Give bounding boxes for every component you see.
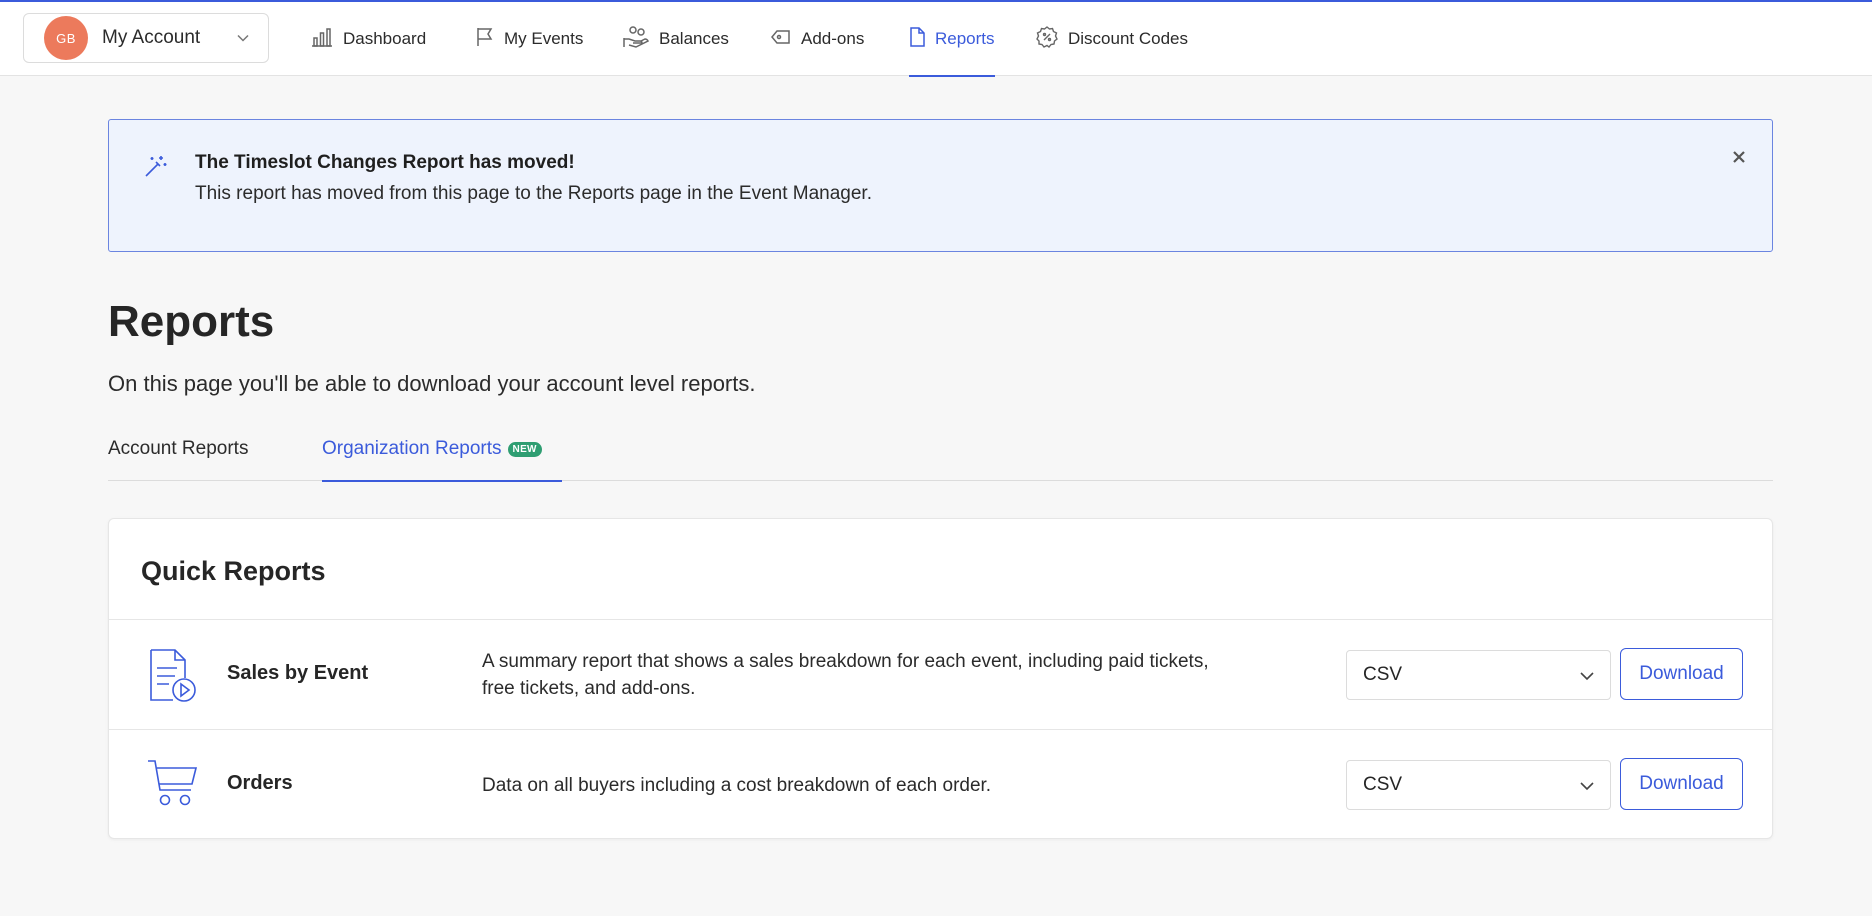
format-value: CSV [1363,664,1403,685]
download-button[interactable]: Download [1620,648,1743,700]
report-name: Orders [227,772,293,794]
nav-label: My Events [504,29,584,48]
report-tabs: Account Reports Organization Reports NEW [108,424,1773,482]
discount-badge-icon [1036,25,1068,53]
report-description: A summary report that shows a sales brea… [482,651,1209,699]
nav-item-dashboard[interactable]: Dashboard [311,2,426,76]
tab-label: Account Reports [108,438,249,459]
format-select[interactable]: CSV [1346,760,1611,810]
shopping-cart-icon [147,758,199,813]
nav-label: Add-ons [801,29,865,48]
tab-label: Organization Reports [322,438,502,459]
page-subtitle: On this page you'll be able to download … [108,371,756,396]
tab-organization-reports[interactable]: Organization Reports NEW [322,438,562,482]
chevron-down-icon [1580,782,1594,791]
new-badge: NEW [507,442,542,457]
chevron-down-icon [1580,672,1594,681]
account-label: My Account [102,27,201,48]
card-title: Quick Reports [141,556,326,586]
chevron-down-icon [236,31,250,50]
sales-report-icon [147,648,199,709]
nav-item-add-ons[interactable]: Add-ons [771,2,864,76]
nav-item-reports[interactable]: Reports [909,2,995,77]
banner-title: The Timeslot Changes Report has moved! [195,152,575,173]
nav-label: Reports [935,29,995,48]
bar-chart-icon [311,27,343,52]
banner-text: This report has moved from this page to … [195,183,872,204]
nav-label: Discount Codes [1068,29,1189,48]
format-select[interactable]: CSV [1346,650,1611,700]
nav-item-discount-codes[interactable]: Discount Codes [1036,2,1188,76]
report-description: Data on all buyers including a cost brea… [482,775,992,796]
report-row-sales-by-event: Sales by Event A summary report that sho… [109,619,1772,729]
top-navbar: GB My Account Dashboard My Events Balanc… [0,2,1872,77]
quick-reports-card: Quick Reports Sales by Event A summary r… [108,518,1773,839]
flag-icon [476,27,504,52]
report-row-orders: Orders Data on all buyers including a co… [109,729,1772,839]
page-title: Reports [108,297,275,346]
nav-label: Dashboard [343,29,427,48]
hand-coins-icon [623,25,659,53]
tag-icon [771,29,801,50]
magic-wand-icon [144,154,168,183]
account-switcher[interactable]: GB My Account [23,13,269,63]
download-button[interactable]: Download [1620,758,1743,810]
nav-item-balances[interactable]: Balances [623,2,729,76]
close-icon[interactable] [1732,150,1746,169]
report-name: Sales by Event [227,662,369,684]
document-icon [909,26,935,52]
info-banner: The Timeslot Changes Report has moved! T… [108,119,1773,252]
format-value: CSV [1363,774,1403,795]
nav-item-my-events[interactable]: My Events [476,2,583,76]
nav-label: Balances [659,29,729,48]
tab-account-reports[interactable]: Account Reports [108,438,248,481]
avatar: GB [44,16,88,60]
